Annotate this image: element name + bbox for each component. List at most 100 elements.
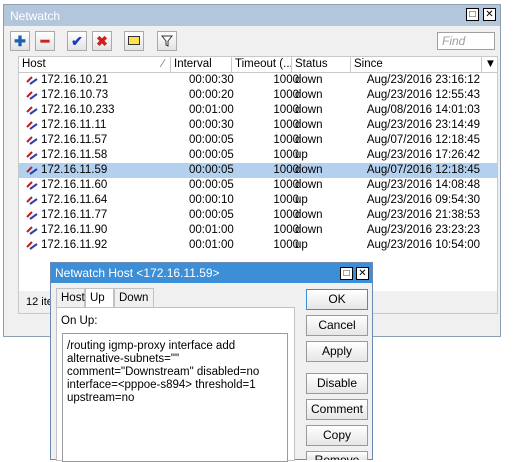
interval-cell: 00:01:00 [189,224,234,236]
host-cell: 172.16.10.233 [41,104,115,116]
status-cell: down [295,89,323,101]
dialog-close-button[interactable]: ✕ [356,267,369,280]
interval-cell: 00:00:05 [189,134,234,146]
filter-icon [160,35,174,47]
filter-button[interactable] [157,31,177,51]
status-cell: down [295,74,323,86]
host-cell: 172.16.10.73 [41,89,109,101]
table-row[interactable]: 172.16.10.21 00:00:30 1000 down Aug/23/2016 … [19,73,497,88]
restore-button[interactable]: □ [466,8,479,21]
dialog-restore-button[interactable]: □ [340,267,353,280]
cancel-button[interactable]: Cancel [306,315,368,336]
table-row[interactable]: 172.16.10.233 00:01:00 1000 down Aug/08/2016… [19,103,497,118]
disable-button[interactable]: ✖ [92,31,112,51]
host-cell: 172.16.10.21 [41,74,109,86]
column-since[interactable]: Since [351,57,482,72]
tab-host[interactable]: Host [56,288,85,307]
since-cell: Aug/07/2016 12:18:45 [366,164,480,176]
column-status[interactable]: Status [292,57,351,72]
interval-cell: 00:00:05 [189,209,234,221]
host-cell: 172.16.11.77 [41,209,108,221]
remove-button[interactable]: ━ [35,31,55,51]
find-input[interactable]: Find [437,32,495,50]
interval-cell: 00:00:30 [189,119,234,131]
remove-icon: ━ [40,33,50,49]
host-icon [26,106,38,115]
close-button[interactable]: ✕ [483,8,496,21]
enable-icon: ✔ [71,33,83,49]
column-host[interactable]: Host ∕ [19,57,171,72]
ok-button[interactable]: OK [306,289,368,310]
window-title: Netwatch [10,9,61,23]
tab-panel-up: On Up: /routing igmp-proxy interface add… [56,307,295,462]
interval-cell: 00:00:05 [189,164,234,176]
status-cell: down [295,164,323,176]
status-cell: up [295,149,308,161]
add-icon: ✚ [14,33,26,49]
column-interval[interactable]: Interval [171,57,232,72]
toolbar: ✚ ━ ✔ ✖ Find [4,26,500,56]
sort-icon: ∕ [162,58,164,70]
host-cell: 172.16.11.90 [41,224,108,236]
tab-up[interactable]: Up [85,288,114,308]
host-icon [26,241,38,250]
interval-cell: 00:00:30 [189,74,234,86]
table-row[interactable]: 172.16.11.64 00:00:10 1000 up Aug/23/2016 09… [19,193,497,208]
table-row[interactable]: 172.16.11.58 00:00:05 1000 up Aug/23/2016 17… [19,148,497,163]
comment-button[interactable] [124,31,144,51]
status-cell: up [295,239,308,251]
since-cell: Aug/23/2016 23:23:23 [366,224,480,236]
apply-button[interactable]: Apply [306,341,368,362]
copy-button[interactable]: Copy [306,425,368,446]
interval-cell: 00:01:00 [189,239,234,251]
since-cell: Aug/23/2016 12:55:43 [366,89,480,101]
status-cell: down [295,224,323,236]
status-cell: down [295,209,323,221]
since-cell: Aug/23/2016 17:26:42 [366,149,480,161]
since-cell: Aug/08/2016 14:01:03 [366,104,480,116]
host-icon [26,166,38,175]
since-cell: Aug/23/2016 21:38:53 [366,209,480,221]
host-icon [26,76,38,85]
since-cell: Aug/23/2016 09:54:30 [366,194,480,206]
table-row[interactable]: 172.16.11.59 00:00:05 1000 down Aug/07/2016 … [19,163,497,178]
window-titlebar[interactable]: Netwatch □ ✕ [4,5,500,26]
interval-cell: 00:00:20 [189,89,234,101]
table-row[interactable]: 172.16.11.60 00:00:05 1000 down Aug/23/2016 … [19,178,497,193]
netwatch-host-dialog: Netwatch Host <172.16.11.59> □ ✕ Host Up… [50,262,373,462]
status-cell: down [295,104,323,116]
remove-host-button[interactable]: Remove [306,451,368,460]
table-header: Host ∕ Interval Timeout (... Status Since… [19,57,497,73]
table-row[interactable]: 172.16.10.73 00:00:20 1000 down Aug/23/2016 … [19,88,497,103]
table-row[interactable]: 172.16.11.92 00:01:00 1000 up Aug/23/2016 10… [19,238,497,253]
interval-cell: 00:00:05 [189,179,234,191]
column-menu-button[interactable]: ▼ [482,57,497,72]
disable-host-button[interactable]: Disable [306,373,368,394]
enable-button[interactable]: ✔ [67,31,87,51]
host-cell: 172.16.11.58 [41,149,108,161]
status-cell: down [295,119,323,131]
since-cell: Aug/23/2016 14:08:48 [366,179,480,191]
table-row[interactable]: 172.16.11.77 00:00:05 1000 down Aug/23/2016 … [19,208,497,223]
host-cell: 172.16.11.57 [41,134,108,146]
host-icon [26,136,38,145]
host-icon [26,226,38,235]
host-icon [26,121,38,130]
table-row[interactable]: 172.16.11.11 00:00:30 1000 down Aug/23/2016 … [19,118,497,133]
tab-down[interactable]: Down [114,288,154,307]
on-up-label: On Up: [61,315,98,327]
table-row[interactable]: 172.16.11.57 00:00:05 1000 down Aug/07/2016 … [19,133,497,148]
since-cell: Aug/07/2016 12:18:45 [366,134,480,146]
since-cell: Aug/23/2016 10:54:00 [366,239,480,251]
on-up-script-input[interactable]: /routing igmp-proxy interface add altern… [62,333,288,462]
comment-host-button[interactable]: Comment [306,399,368,420]
interval-cell: 00:01:00 [189,104,234,116]
table-row[interactable]: 172.16.11.90 00:01:00 1000 down Aug/23/2016 … [19,223,497,238]
column-timeout[interactable]: Timeout (... [232,57,292,72]
host-cell: 172.16.11.60 [41,179,108,191]
host-icon [26,151,38,160]
dialog-titlebar[interactable]: Netwatch Host <172.16.11.59> □ ✕ [51,263,372,283]
since-cell: Aug/23/2016 23:14:49 [366,119,480,131]
add-button[interactable]: ✚ [10,31,30,51]
status-cell: down [295,179,323,191]
